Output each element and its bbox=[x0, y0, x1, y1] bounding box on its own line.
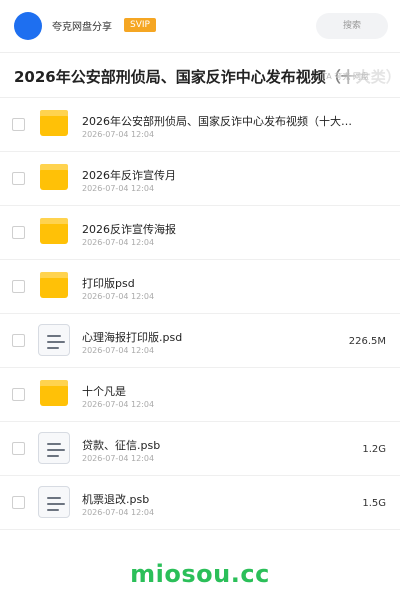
file-row[interactable]: 2026年反诈宣传月 2026-07-04 12:04 bbox=[0, 152, 400, 206]
file-date: 2026-07-04 12:04 bbox=[82, 184, 155, 193]
search-input[interactable]: 搜索 bbox=[316, 13, 388, 39]
file-name[interactable]: 打印版psd bbox=[82, 275, 352, 291]
folder-icon bbox=[40, 218, 68, 244]
svip-badge: SVIP bbox=[124, 18, 156, 32]
file-name[interactable]: 心理海报打印版.psd bbox=[82, 329, 352, 345]
folder-icon bbox=[40, 164, 68, 190]
header: 夸克网盘分享 SVIP 搜索 bbox=[0, 0, 400, 52]
folder-icon bbox=[40, 110, 68, 136]
file-name[interactable]: 十个凡是 bbox=[82, 383, 352, 399]
file-row[interactable]: 2026反诈宣传海报 2026-07-04 12:04 bbox=[0, 206, 400, 260]
file-date: 2026-07-04 12:04 bbox=[82, 130, 155, 139]
file-name[interactable]: 2026年反诈宣传月 bbox=[82, 167, 352, 183]
file-row[interactable]: 2026年公安部刑侦局、国家反诈中心发布视频（十大… 2026-07-04 12:… bbox=[0, 98, 400, 152]
row-checkbox[interactable] bbox=[12, 280, 25, 293]
row-checkbox[interactable] bbox=[12, 334, 25, 347]
file-name[interactable]: 2026年公安部刑侦局、国家反诈中心发布视频（十大… bbox=[82, 113, 352, 129]
file-row[interactable]: 机票退改.psb 2026-07-04 12:04 1.5G bbox=[0, 476, 400, 530]
row-checkbox[interactable] bbox=[12, 172, 25, 185]
watermark: miosou.cc bbox=[130, 560, 270, 588]
file-date: 2026-07-04 12:04 bbox=[82, 238, 155, 247]
file-date: 2026-07-04 12:04 bbox=[82, 400, 155, 409]
file-row[interactable]: 十个凡是 2026-07-04 12:04 bbox=[0, 368, 400, 422]
folder-icon bbox=[40, 380, 68, 406]
document-icon bbox=[38, 324, 70, 356]
file-row[interactable]: 贷款、征信.psb 2026-07-04 12:04 1.2G bbox=[0, 422, 400, 476]
file-size: 1.5G bbox=[362, 498, 386, 509]
row-checkbox[interactable] bbox=[12, 118, 25, 131]
file-name[interactable]: 贷款、征信.psb bbox=[82, 437, 352, 453]
file-date: 2026-07-04 12:04 bbox=[82, 508, 155, 517]
file-name[interactable]: 机票退改.psb bbox=[82, 491, 352, 507]
row-checkbox[interactable] bbox=[12, 496, 25, 509]
file-date: 2026-07-04 12:04 bbox=[82, 346, 155, 355]
avatar[interactable] bbox=[14, 12, 42, 40]
folder-icon bbox=[40, 272, 68, 298]
file-row[interactable]: 心理海报打印版.psd 2026-07-04 12:04 226.5M bbox=[0, 314, 400, 368]
file-size: 226.5M bbox=[348, 336, 386, 347]
file-date: 2026-07-04 12:04 bbox=[82, 454, 155, 463]
file-list: 2026年公安部刑侦局、国家反诈中心发布视频（十大… 2026-07-04 12:… bbox=[0, 98, 400, 530]
title-ghost-text: TA 夸克 网盘 bbox=[322, 72, 369, 81]
file-size: 1.2G bbox=[362, 444, 386, 455]
file-name[interactable]: 2026反诈宣传海报 bbox=[82, 221, 352, 237]
file-row[interactable]: 打印版psd 2026-07-04 12:04 bbox=[0, 260, 400, 314]
row-checkbox[interactable] bbox=[12, 442, 25, 455]
title-bar: 2026年公安部刑侦局、国家反诈中心发布视频（十大类） TA 夸克 网盘 bbox=[0, 52, 400, 98]
row-checkbox[interactable] bbox=[12, 226, 25, 239]
document-icon bbox=[38, 432, 70, 464]
document-icon bbox=[38, 486, 70, 518]
app-name: 夸克网盘分享 bbox=[52, 22, 112, 33]
file-date: 2026-07-04 12:04 bbox=[82, 292, 155, 301]
row-checkbox[interactable] bbox=[12, 388, 25, 401]
